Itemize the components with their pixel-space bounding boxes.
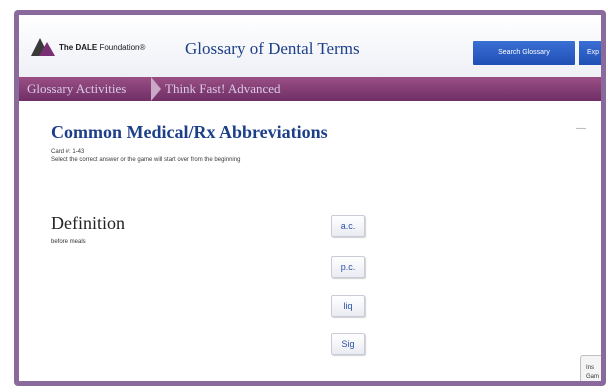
- search-glossary-button[interactable]: Search Glossary: [473, 41, 575, 65]
- app-window: The DALE Foundation® Glossary of Dental …: [14, 10, 606, 386]
- corner-label-1: Ins: [586, 365, 595, 371]
- dale-logo-icon: [31, 38, 55, 56]
- dash-icon: —: [576, 123, 586, 134]
- answer-button-ac[interactable]: a.c.: [331, 215, 365, 237]
- answer-button-liq[interactable]: liq: [331, 295, 365, 317]
- breadcrumb: Glossary Activities Think Fast! Advanced: [19, 77, 601, 101]
- breadcrumb-separator-icon: [151, 77, 161, 101]
- answer-button-sig[interactable]: Sig: [331, 333, 365, 355]
- dale-foundation-logo[interactable]: The DALE Foundation®: [31, 37, 145, 57]
- definition-text: before meals: [51, 239, 86, 245]
- corner-instructions-button[interactable]: Ins Gam: [580, 355, 601, 381]
- breadcrumb-glossary-activities[interactable]: Glossary Activities: [27, 81, 126, 97]
- definition-heading: Definition: [51, 213, 125, 233]
- page-title: Common Medical/Rx Abbreviations: [51, 122, 328, 142]
- card-info: Card #: 1-43 Select the correct answer o…: [51, 148, 240, 164]
- site-title: Glossary of Dental Terms: [185, 39, 360, 58]
- logo-text: The DALE Foundation®: [59, 42, 146, 52]
- card-number: Card #: 1-43: [51, 149, 85, 155]
- breadcrumb-think-fast-advanced: Think Fast! Advanced: [165, 81, 281, 96]
- extra-header-button[interactable]: Exp: [579, 41, 601, 65]
- answer-button-pc[interactable]: p.c.: [331, 256, 365, 278]
- corner-label-2: Gam: [586, 374, 600, 380]
- instructions-text: Select the correct answer or the game wi…: [51, 157, 241, 163]
- header: The DALE Foundation® Glossary of Dental …: [19, 15, 601, 77]
